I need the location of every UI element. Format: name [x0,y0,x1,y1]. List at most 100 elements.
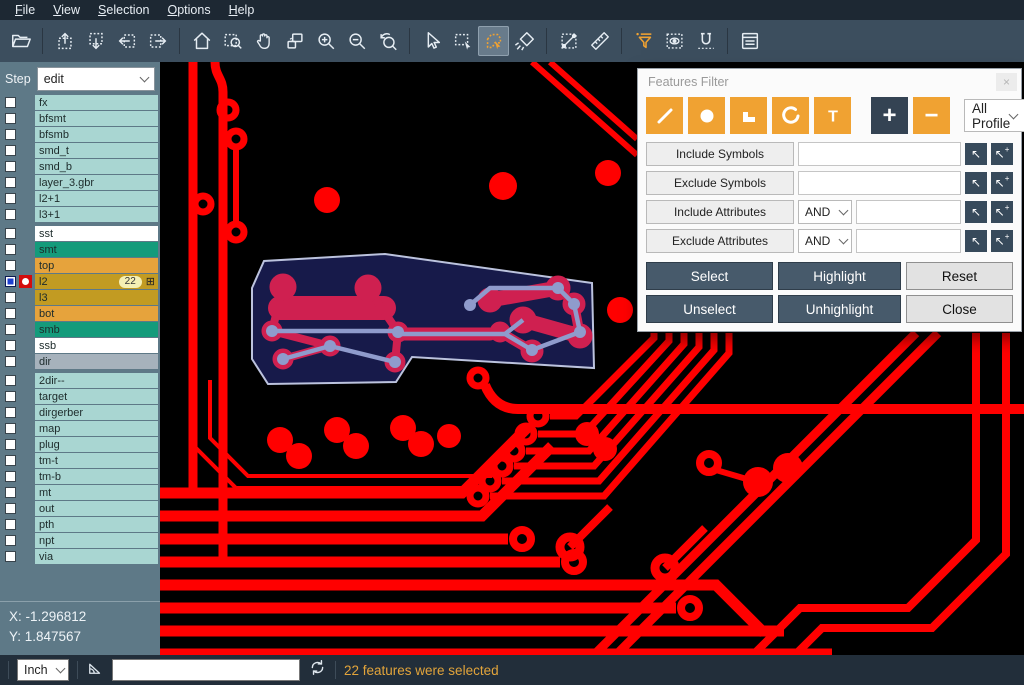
filter-value-input[interactable] [798,171,961,195]
select-arrow-icon[interactable] [416,26,447,56]
layer-via[interactable]: via [35,549,158,564]
pick-add-button[interactable]: ↖+ [991,172,1013,194]
unhighlight-button[interactable]: Unhighlight [778,295,901,323]
exclude-attributes-button[interactable]: Exclude Attributes [646,229,794,253]
units-select[interactable]: Inch [17,659,69,681]
line-tool-icon[interactable] [646,97,683,134]
layer-smt[interactable]: smt [35,242,158,257]
layer-l2[interactable]: l222⊞ [35,274,158,289]
layer-checkbox[interactable] [5,519,16,530]
layer-checkbox[interactable] [5,487,16,498]
layer-checkbox[interactable] [5,97,16,108]
snap-magnet-icon[interactable] [690,26,721,56]
zoom-window-icon[interactable] [279,26,310,56]
zoom-out-icon[interactable] [341,26,372,56]
filter-value-input[interactable] [856,229,961,253]
layer-active-indicator[interactable] [16,275,35,288]
operator-select[interactable]: AND [798,200,852,224]
sync-icon[interactable] [308,658,327,682]
pick-add-button[interactable]: ↖+ [991,230,1013,252]
layer-checkbox[interactable] [5,292,16,303]
operator-select[interactable]: AND [798,229,852,253]
layer-plug[interactable]: plug [35,437,158,452]
highlight-button[interactable]: Highlight [778,262,901,290]
layer-checkbox[interactable] [5,145,16,156]
layer-checkbox[interactable] [5,391,16,402]
text-tool-icon[interactable]: T [814,97,851,134]
layer-checkbox[interactable] [5,308,16,319]
pan-down-icon[interactable] [80,26,111,56]
open-folder-icon[interactable] [5,26,36,56]
filter-value-input[interactable] [856,200,961,224]
zoom-area-icon[interactable] [217,26,248,56]
pick-add-button[interactable]: ↖+ [991,143,1013,165]
layer-sst[interactable]: sst [35,226,158,241]
command-input[interactable] [112,659,300,681]
layer-dirgerber[interactable]: dirgerber [35,405,158,420]
ruler-icon[interactable] [584,26,615,56]
layer-ssb[interactable]: ssb [35,338,158,353]
layer-map[interactable]: map [35,421,158,436]
pick-button[interactable]: ↖ [965,230,987,252]
layer-bfsmb[interactable]: bfsmb [35,127,158,142]
layer-checkbox[interactable] [5,177,16,188]
menu-view[interactable]: View [44,2,89,18]
clear-selection-icon[interactable] [509,26,540,56]
filter-value-input[interactable] [798,142,961,166]
include-symbols-button[interactable]: Include Symbols [646,142,794,166]
select-rectangle-icon[interactable] [447,26,478,56]
layer-checkbox[interactable] [5,375,16,386]
pan-hand-icon[interactable] [248,26,279,56]
layer-l3[interactable]: l3 [35,290,158,305]
pan-right-icon[interactable] [142,26,173,56]
measure-distance-icon[interactable] [553,26,584,56]
layer-checkbox[interactable] [5,276,16,287]
surface-tool-icon[interactable] [730,97,767,134]
layer-smd_t[interactable]: smd_t [35,143,158,158]
step-select[interactable]: edit [37,67,155,91]
layer-pth[interactable]: pth [35,517,158,532]
layer-bfsmt[interactable]: bfsmt [35,111,158,126]
layer-checkbox[interactable] [5,340,16,351]
layer-tm-b[interactable]: tm-b [35,469,158,484]
zoom-previous-icon[interactable] [372,26,403,56]
layer-layer_3.gbr[interactable]: layer_3.gbr [35,175,158,190]
layer-target[interactable]: target [35,389,158,404]
layer-checkbox[interactable] [5,356,16,367]
layer-2dir--[interactable]: 2dir-- [35,373,158,388]
menu-file[interactable]: File [6,2,44,18]
layer-checkbox[interactable] [5,503,16,514]
pan-up-icon[interactable] [49,26,80,56]
pad-tool-icon[interactable] [688,97,725,134]
pan-left-icon[interactable] [111,26,142,56]
pick-button[interactable]: ↖ [965,172,987,194]
report-panel-icon[interactable] [734,26,765,56]
pick-button[interactable]: ↖ [965,143,987,165]
layer-checkbox[interactable] [5,113,16,124]
home-view-icon[interactable] [186,26,217,56]
layer-smd_b[interactable]: smd_b [35,159,158,174]
arc-tool-icon[interactable] [772,97,809,134]
include-attributes-button[interactable]: Include Attributes [646,200,794,224]
layer-checkbox[interactable] [5,324,16,335]
layer-checkbox[interactable] [5,161,16,172]
select-polygon-icon[interactable] [478,26,509,56]
close-icon[interactable]: × [996,73,1017,91]
layer-l2+1[interactable]: l2+1 [35,191,158,206]
layer-checkbox[interactable] [5,193,16,204]
layer-checkbox[interactable] [5,407,16,418]
layer-checkbox[interactable] [5,471,16,482]
pick-add-button[interactable]: ↖+ [991,201,1013,223]
layer-fx[interactable]: fx [35,95,158,110]
select-button[interactable]: Select [646,262,773,290]
reset-button[interactable]: Reset [906,262,1013,290]
pick-button[interactable]: ↖ [965,201,987,223]
layer-checkbox[interactable] [5,455,16,466]
layer-dir[interactable]: dir [35,354,158,369]
layer-checkbox[interactable] [5,228,16,239]
layer-checkbox[interactable] [5,129,16,140]
layer-checkbox[interactable] [5,439,16,450]
layer-npt[interactable]: npt [35,533,158,548]
zoom-in-icon[interactable] [310,26,341,56]
layer-checkbox[interactable] [5,260,16,271]
